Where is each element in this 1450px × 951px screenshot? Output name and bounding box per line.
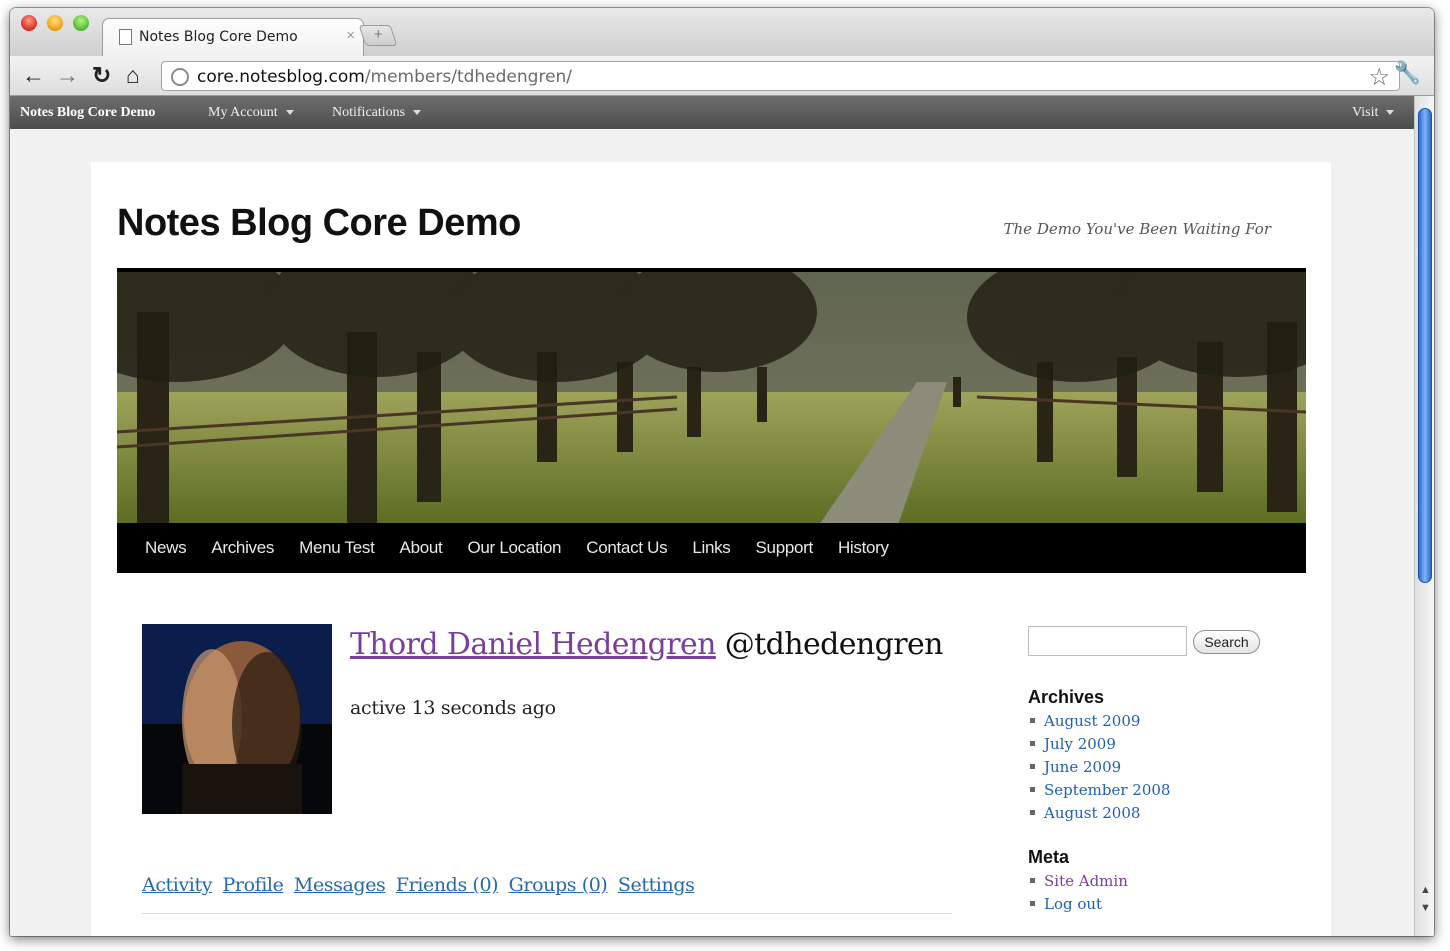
- scroll-up-icon[interactable]: ▲: [1420, 884, 1431, 896]
- list-item: June 2009: [1028, 756, 1170, 779]
- globe-icon: [171, 68, 189, 86]
- subnav-activity[interactable]: Activity: [142, 874, 212, 896]
- chevron-down-icon: [1386, 110, 1395, 116]
- nav-item-support[interactable]: Support: [756, 523, 814, 573]
- reload-icon[interactable]: ↻: [92, 61, 111, 89]
- nav-item-our-location[interactable]: Our Location: [467, 523, 561, 573]
- chevron-down-icon: [413, 110, 422, 116]
- nav-item-about[interactable]: About: [400, 523, 443, 573]
- header-image: [117, 268, 1306, 524]
- nav-item-archives[interactable]: Archives: [211, 523, 274, 573]
- minimize-window-button[interactable]: [47, 15, 63, 31]
- nav-item-links[interactable]: Links: [692, 523, 730, 573]
- list-item: September 2008: [1028, 779, 1170, 802]
- browser-toolbar: ← → ↻ ⌂ core.notesblog.com/members/tdhed…: [10, 56, 1434, 96]
- url-path: /members/tdhedengren/: [364, 67, 573, 87]
- meta-heading: Meta: [1028, 847, 1070, 867]
- avatar-portrait: [142, 624, 332, 814]
- close-window-button[interactable]: [21, 15, 37, 31]
- visit-label: Visit: [1352, 105, 1379, 120]
- search-input[interactable]: [1028, 626, 1187, 656]
- tree-avenue-illustration: [117, 272, 1306, 524]
- browser-tab[interactable]: Notes Blog Core Demo ×: [102, 18, 364, 58]
- nav-item-history[interactable]: History: [838, 523, 889, 573]
- plus-icon: +: [373, 26, 383, 43]
- bullet: [1030, 718, 1035, 723]
- subnav-settings[interactable]: Settings: [618, 874, 695, 896]
- list-item: July 2009: [1028, 733, 1170, 756]
- scroll-down-icon[interactable]: ▼: [1420, 902, 1431, 914]
- chevron-down-icon: [285, 110, 294, 116]
- tab-close-icon[interactable]: ×: [346, 27, 355, 44]
- vertical-scrollbar[interactable]: ▲ ▼: [1414, 96, 1434, 936]
- meta-list: Site Admin Log out: [1028, 870, 1128, 916]
- archive-link[interactable]: August 2009: [1044, 712, 1140, 730]
- my-account-menu[interactable]: My Account: [208, 105, 294, 121]
- archive-link[interactable]: August 2008: [1044, 804, 1140, 822]
- member-activity: active 13 seconds ago: [350, 697, 556, 719]
- star-icon[interactable]: ☆: [1368, 63, 1390, 92]
- site-title[interactable]: Notes Blog Core Demo: [117, 202, 521, 245]
- search-button[interactable]: Search: [1193, 630, 1260, 654]
- tab-title: Notes Blog Core Demo: [139, 29, 298, 45]
- notifications-menu[interactable]: Notifications: [332, 105, 422, 121]
- bullet: [1030, 878, 1035, 883]
- log-out-link[interactable]: Log out: [1044, 895, 1102, 913]
- member-name-heading: Thord Daniel Hedengren @tdhedengren: [350, 627, 943, 662]
- main-navigation: News Archives Menu Test About Our Locati…: [117, 523, 1306, 573]
- visit-menu[interactable]: Visit: [1352, 105, 1395, 121]
- bullet: [1030, 901, 1035, 906]
- new-tab-button[interactable]: +: [358, 25, 398, 46]
- notifications-label: Notifications: [332, 105, 406, 120]
- home-icon[interactable]: ⌂: [126, 61, 140, 89]
- bullet: [1030, 787, 1035, 792]
- url-domain: core.notesblog.com: [197, 67, 365, 87]
- site-admin-link[interactable]: Site Admin: [1044, 872, 1128, 890]
- member-handle: @tdhedengren: [724, 627, 944, 662]
- nav-item-contact-us[interactable]: Contact Us: [586, 523, 667, 573]
- url-text[interactable]: core.notesblog.com/members/tdhedengren/: [197, 67, 572, 87]
- archives-heading: Archives: [1028, 687, 1105, 707]
- subnav-groups[interactable]: Groups (0): [509, 874, 608, 896]
- back-arrow-icon[interactable]: ←: [22, 61, 45, 89]
- address-bar[interactable]: core.notesblog.com/members/tdhedengren/ …: [161, 61, 1400, 91]
- bullet: [1030, 764, 1035, 769]
- archives-list: August 2009 July 2009 June 2009 Septembe…: [1028, 710, 1170, 825]
- zoom-window-button[interactable]: [73, 15, 89, 31]
- bullet: [1030, 741, 1035, 746]
- forward-arrow-icon[interactable]: →: [56, 61, 79, 89]
- list-item: Site Admin: [1028, 870, 1128, 893]
- scrollbar-thumb[interactable]: [1418, 108, 1432, 583]
- list-item: Log out: [1028, 893, 1128, 916]
- archive-link[interactable]: June 2009: [1044, 758, 1121, 776]
- subnav-friends[interactable]: Friends (0): [396, 874, 499, 896]
- wrench-icon[interactable]: 🔧: [1394, 60, 1421, 86]
- page-container: Notes Blog Core Demo The Demo You've Bee…: [91, 162, 1331, 936]
- bullet: [1030, 810, 1035, 815]
- site-tagline: The Demo You've Been Waiting For: [1003, 220, 1271, 238]
- archive-link[interactable]: July 2009: [1044, 735, 1116, 753]
- admin-bar: Notes Blog Core Demo My Account Notifica…: [10, 96, 1414, 129]
- member-name-link[interactable]: Thord Daniel Hedengren: [350, 627, 716, 662]
- list-item: August 2009: [1028, 710, 1170, 733]
- nav-item-news[interactable]: News: [145, 523, 187, 573]
- admin-bar-brand[interactable]: Notes Blog Core Demo: [20, 105, 155, 121]
- subnav-profile[interactable]: Profile: [223, 874, 284, 896]
- main-nav-list: News Archives Menu Test About Our Locati…: [117, 523, 1306, 573]
- page-viewport: Notes Blog Core Demo My Account Notifica…: [10, 96, 1434, 936]
- tab-strip: Notes Blog Core Demo × +: [10, 8, 1434, 58]
- nav-item-menu-test[interactable]: Menu Test: [299, 523, 375, 573]
- browser-window: Notes Blog Core Demo × + ← → ↻ ⌂ core.no…: [10, 8, 1434, 936]
- page-icon: [119, 29, 132, 45]
- member-avatar[interactable]: [142, 624, 332, 814]
- archive-link[interactable]: September 2008: [1044, 781, 1170, 799]
- subnav-messages[interactable]: Messages: [294, 874, 386, 896]
- profile-subnav: Activity Profile Messages Friends (0) Gr…: [142, 874, 952, 914]
- list-item: August 2008: [1028, 802, 1170, 825]
- my-account-label: My Account: [208, 105, 278, 120]
